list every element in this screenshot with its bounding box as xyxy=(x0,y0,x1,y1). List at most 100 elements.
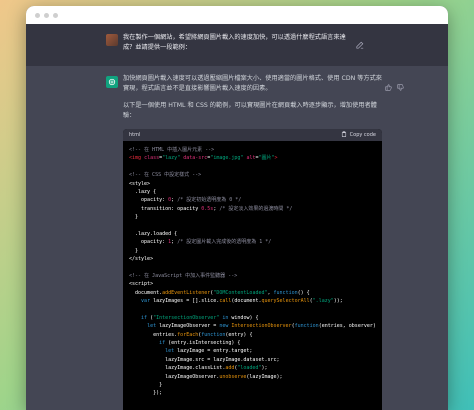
code-line: var lazyImages = [].slice.call(document.… xyxy=(129,297,376,305)
code-token: lazyImage = entry.target; xyxy=(174,348,253,355)
code-token: <!-- 在 HTML 中插入圖片元素 --> xyxy=(129,147,215,153)
window-dot-minimize[interactable] xyxy=(44,12,49,18)
code-token: data-src xyxy=(180,155,208,162)
code-block: html Copy code <!-- 在 HTML 中插入圖片元素 --> <i… xyxy=(123,129,382,410)
openai-logo-icon xyxy=(106,76,118,88)
code-token: > xyxy=(274,155,278,162)
code-token: (entry.isIntersecting) { xyxy=(165,339,241,346)
code-token: </style> xyxy=(129,256,154,263)
code-token: <script> xyxy=(129,281,154,288)
code-token: /* 設定圖片載入完成後的透明度為 1 */ xyxy=(177,239,272,246)
code-line: <img class="lazy" data-src="image.jpg" a… xyxy=(129,154,376,162)
code-line: let lazyImage = entry.target; xyxy=(129,347,376,355)
code-token: <!-- 在 CSS 中設定樣式 --> xyxy=(129,172,202,179)
assistant-message-text: 加快網頁圖片載入速度可以透過壓縮圖片檔案大小、使用適當的圖片格式、使用 CDN … xyxy=(123,74,385,128)
feedback-buttons xyxy=(385,76,404,91)
code-token: } xyxy=(129,381,163,388)
clipboard-icon xyxy=(341,131,347,139)
code-line: }); xyxy=(129,389,376,397)
code-token: () { xyxy=(297,289,310,296)
code-line: <!-- 在 JavaScript 中加入事件監聽器 --> xyxy=(129,272,376,280)
assistant-paragraph-1: 加快網頁圖片載入速度可以透過壓縮圖片檔案大小、使用適當的圖片格式、使用 CDN … xyxy=(123,75,382,92)
code-token: .lazy.loaded { xyxy=(129,230,178,237)
code-token: class xyxy=(144,155,160,162)
code-line: <script> xyxy=(129,280,376,288)
code-token: addEventListener xyxy=(162,289,211,296)
code-line: <!-- 在 HTML 中插入圖片元素 --> xyxy=(129,146,376,154)
code-token: /* 設定初始透明度為 0 */ xyxy=(177,197,242,204)
code-token: add xyxy=(225,365,235,372)
code-line: .lazy.loaded { xyxy=(129,230,376,238)
code-token: lazyImageObserver = xyxy=(156,323,220,330)
code-token: "image.jpg" xyxy=(210,155,244,162)
code-token: /* 設定淡入效果的過渡時間 */ xyxy=(219,205,293,212)
code-line: opacity: 0; /* 設定初始透明度為 0 */ xyxy=(129,196,376,204)
code-token: lazyImageObserver. xyxy=(129,373,220,380)
code-token: lazyImage.classList. xyxy=(129,365,226,372)
code-token: (document. xyxy=(231,298,262,305)
code-token: lazyImages = [].slice. xyxy=(150,298,220,305)
code-line: } xyxy=(129,247,376,255)
assistant-paragraph-2: 以下是一個使用 HTML 和 CSS 的範例，可以實現圖片在網頁載入時逐步顯示，… xyxy=(123,102,377,119)
code-token: forEach xyxy=(177,331,199,338)
code-token: "lazy" xyxy=(162,155,181,162)
window-dot-maximize[interactable] xyxy=(53,12,58,18)
code-language-label: html xyxy=(129,132,141,138)
copy-code-button[interactable]: Copy code xyxy=(341,131,376,139)
code-token: alt xyxy=(243,155,256,162)
code-line: opacity: 1; /* 設定圖片載入完成後的透明度為 1 */ xyxy=(129,238,376,246)
code-token: ); xyxy=(261,365,268,372)
code-token: let xyxy=(147,323,157,330)
window-dot-close[interactable] xyxy=(35,12,40,18)
thumbs-up-icon[interactable] xyxy=(385,76,392,91)
code-token: entries. xyxy=(129,331,178,338)
code-token: <style> xyxy=(129,180,151,187)
assistant-message-row: 加快網頁圖片載入速度可以透過壓縮圖片檔案大小、使用適當的圖片格式、使用 CDN … xyxy=(26,66,448,410)
code-line: entries.forEach(function(entry) { xyxy=(129,331,376,339)
edit-icon[interactable] xyxy=(356,34,364,49)
code-token: .lazy { xyxy=(129,188,157,195)
code-line: <style> xyxy=(129,180,376,188)
code-line: } xyxy=(129,213,376,221)
code-token: document. xyxy=(129,289,163,296)
code-token: (entry) { xyxy=(225,331,253,338)
user-avatar xyxy=(106,34,118,46)
code-token: call xyxy=(219,298,232,305)
code-line: let lazyImageObserver = new Intersection… xyxy=(129,322,376,330)
code-token: (lazyImage); xyxy=(246,373,283,380)
code-token: transition xyxy=(129,205,172,212)
code-block-header: html Copy code xyxy=(123,129,382,141)
code-token: window) { xyxy=(228,314,259,321)
code-token: IntersectionObserver xyxy=(231,323,292,330)
code-line: lazyImage.classList.add("loaded"); xyxy=(129,364,376,372)
code-token: } xyxy=(129,247,139,254)
code-token: querySelectorAll xyxy=(261,298,310,305)
code-token: (entries, observer) xyxy=(318,323,376,330)
code-token: "loaded" xyxy=(237,365,262,372)
code-token: "圖片" xyxy=(258,155,275,162)
copy-code-label: Copy code xyxy=(349,132,376,138)
thumbs-down-icon[interactable] xyxy=(397,76,404,91)
code-token: function xyxy=(294,323,319,330)
browser-window: 我在製作一個網站，希望將網頁圖片載入的速度加快，可以透過什麼程式語言來達成？並請… xyxy=(26,6,448,410)
code-token: unobserve xyxy=(219,373,247,380)
code-line: transition: opacity 0.5s; /* 設定淡入效果的過渡時間… xyxy=(129,205,376,213)
code-line: .lazy { xyxy=(129,188,376,196)
code-token: <img xyxy=(129,155,145,162)
code-line: if (entry.isIntersecting) { xyxy=(129,339,376,347)
code-token: opacity xyxy=(129,197,163,204)
code-token: function xyxy=(273,289,298,296)
code-token: "DOMContentLoaded" xyxy=(213,289,268,296)
code-content: <!-- 在 HTML 中插入圖片元素 --> <img class="lazy"… xyxy=(123,141,382,403)
code-line: lazyImageObserver.unobserve(lazyImage); xyxy=(129,373,376,381)
code-token: 0.5s xyxy=(201,205,214,212)
code-line: <!-- 在 CSS 中設定樣式 --> xyxy=(129,171,376,179)
